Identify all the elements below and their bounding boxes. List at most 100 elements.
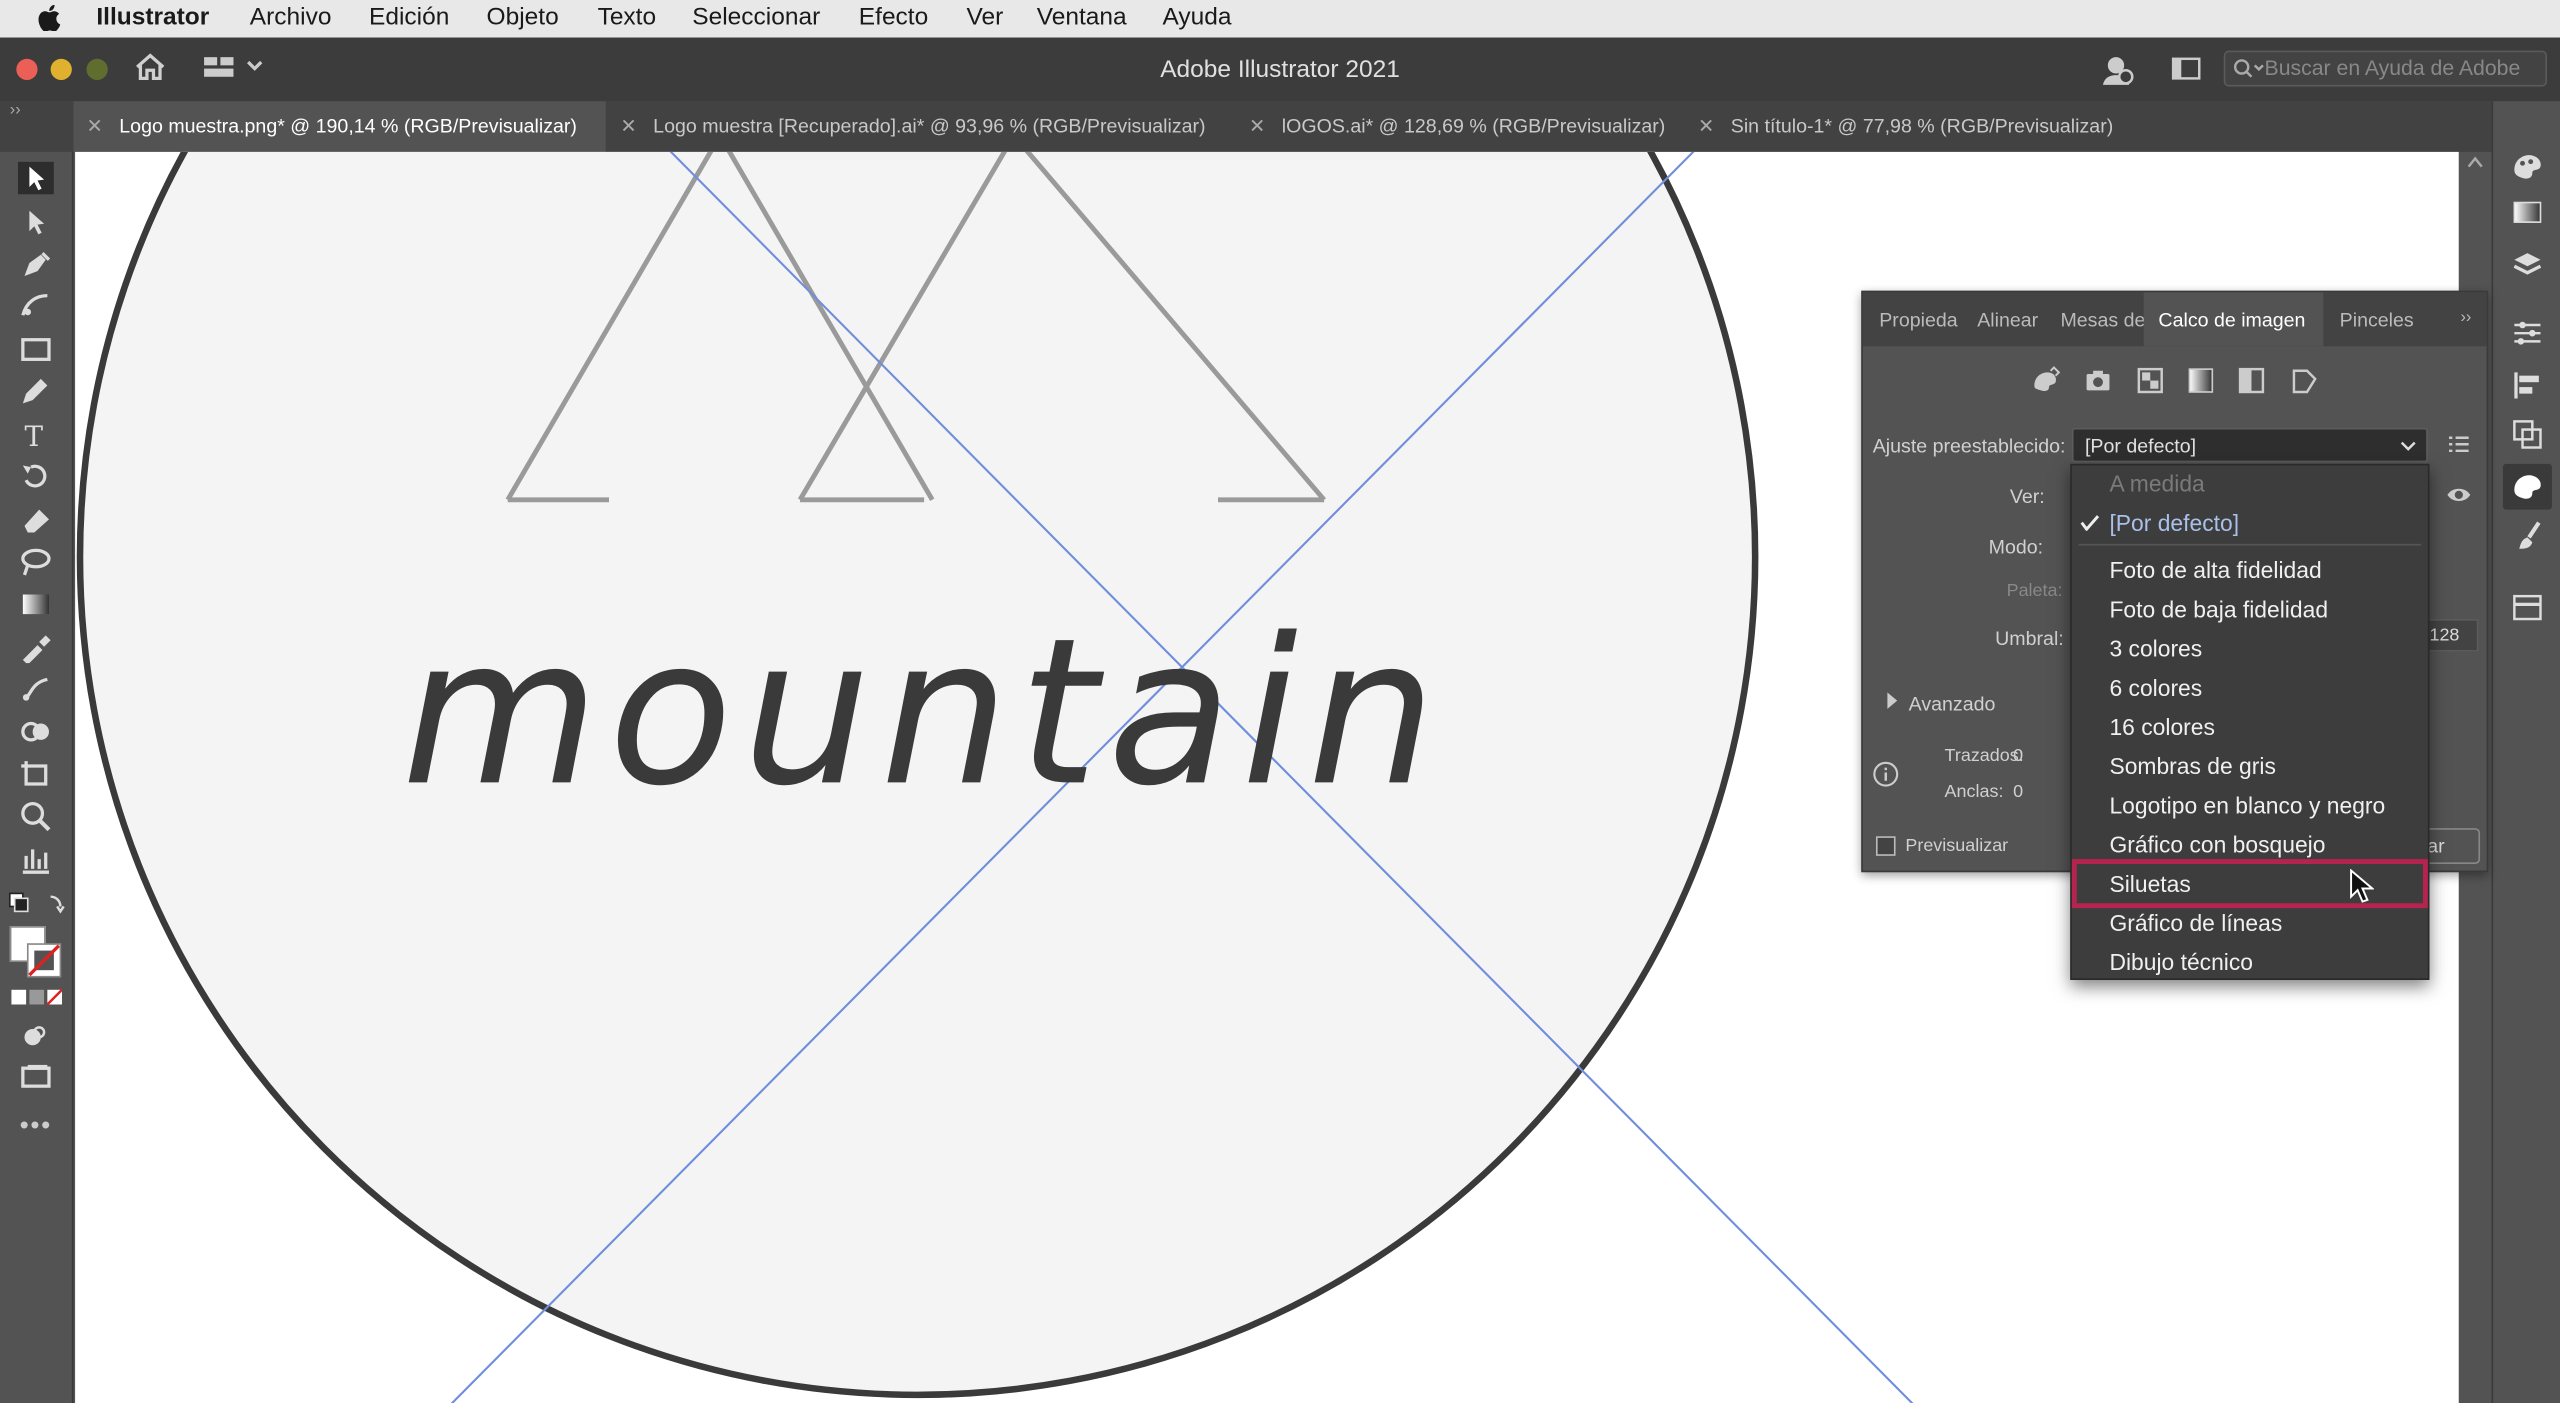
dropdown-item-line-art[interactable]: Gráfico de líneas <box>2109 910 2282 936</box>
align-panel-icon[interactable] <box>2511 369 2544 402</box>
tab-brushes[interactable]: Pinceles <box>2340 309 2414 332</box>
disclosure-triangle-icon[interactable] <box>1886 691 1899 711</box>
user-account-icon[interactable] <box>2100 52 2136 88</box>
scroll-up-icon[interactable] <box>2467 155 2483 168</box>
menu-archivo[interactable]: Archivo <box>250 3 332 31</box>
document-tab-logos[interactable]: ✕ lOGOS.ai* @ 128,69 % (RGB/Previsualizar… <box>1236 101 1687 152</box>
dropdown-item-high-fidelity-photo[interactable]: Foto de alta fidelidad <box>2109 557 2321 583</box>
preview-checkbox[interactable] <box>1875 836 1896 856</box>
pen-tool-icon[interactable] <box>18 248 54 281</box>
menu-app-name[interactable]: Illustrator <box>96 3 209 31</box>
curvature-tool-icon[interactable] <box>18 289 54 322</box>
graph-tool-icon[interactable] <box>18 843 54 876</box>
dropdown-item-silhouettes[interactable]: Siluetas <box>2109 871 2190 897</box>
chevron-down-icon <box>2400 441 2416 451</box>
dropdown-item-default[interactable]: [Por defecto] <box>2109 510 2239 536</box>
menu-objeto[interactable]: Objeto <box>487 3 559 31</box>
eye-icon[interactable] <box>2446 485 2472 505</box>
dropdown-item-black-white-logo[interactable]: Logotipo en blanco y negro <box>2109 792 2385 818</box>
help-search-placeholder: Buscar en Ayuda de Adobe <box>2264 55 2521 81</box>
search-icon <box>2233 59 2264 78</box>
menu-efecto[interactable]: Efecto <box>859 3 928 31</box>
close-tab-icon[interactable]: ✕ <box>1698 114 1714 137</box>
dropdown-item-technical-drawing[interactable]: Dibujo técnico <box>2109 949 2253 975</box>
rotate-tool-icon[interactable] <box>18 461 54 494</box>
apple-logo-icon[interactable] <box>38 4 61 32</box>
layers-panel-icon[interactable] <box>2511 248 2544 281</box>
gradient-panel-icon[interactable] <box>2511 196 2544 229</box>
screen-mode-icon[interactable] <box>18 1060 54 1093</box>
pathfinder-panel-icon[interactable] <box>2511 418 2544 451</box>
menu-ayuda[interactable]: Ayuda <box>1162 3 1231 31</box>
threshold-input[interactable]: 128 <box>2422 619 2479 652</box>
gradient-tool-icon[interactable] <box>18 588 54 621</box>
close-tab-icon[interactable]: ✕ <box>620 114 636 137</box>
default-swap-colors-icon[interactable] <box>8 892 67 915</box>
type-tool-icon[interactable]: T <box>18 418 54 451</box>
dropdown-item-sketched-art[interactable]: Gráfico con bosquejo <box>2109 831 2325 857</box>
menu-bar: Illustrator Archivo Edición Objeto Texto… <box>0 0 2560 38</box>
tools-panel: T ••• <box>0 151 74 1403</box>
high-color-icon[interactable] <box>2083 366 2112 395</box>
preset-select[interactable]: [Por defecto] <box>2071 427 2428 463</box>
svg-text:T: T <box>24 420 43 451</box>
tab-properties[interactable]: Propieda <box>1879 309 1957 332</box>
document-tab-logo-png[interactable]: ✕ Logo muestra.png* @ 190,14 % (RGB/Previ… <box>73 101 606 152</box>
shape-builder-tool-icon[interactable] <box>18 715 54 748</box>
tab-label: lOGOS.ai* @ 128,69 % (RGB/Previsualizar) <box>1281 114 1666 138</box>
menu-seleccionar[interactable]: Seleccionar <box>692 3 820 31</box>
grayscale-icon[interactable] <box>2186 366 2215 395</box>
properties-panel-icon[interactable] <box>2511 317 2544 350</box>
advanced-label[interactable]: Avanzado <box>1909 693 1996 716</box>
menu-texto[interactable]: Texto <box>598 3 657 31</box>
lasso-tool-icon[interactable] <box>18 546 54 579</box>
selection-tool-icon[interactable] <box>17 161 54 195</box>
brushes-panel-icon[interactable] <box>2511 519 2544 552</box>
zoom-tool-icon[interactable] <box>18 800 54 833</box>
drawing-mode-icon[interactable] <box>18 1021 54 1054</box>
direct-selection-tool-icon[interactable] <box>18 206 54 239</box>
panel-toggle-icon[interactable] <box>2171 57 2201 80</box>
more-tools-icon[interactable]: ••• <box>20 1112 52 1141</box>
rectangle-tool-icon[interactable] <box>18 333 54 366</box>
checkmark-icon <box>2080 515 2100 531</box>
color-mode-icons[interactable] <box>10 988 63 1008</box>
panel-tab-bar: Propieda Alinear Mesas de Calco de image… <box>1862 292 2487 347</box>
low-color-icon[interactable] <box>2136 366 2165 395</box>
dropdown-item-shades-of-gray[interactable]: Sombras de gris <box>2109 753 2275 779</box>
dropdown-item-16-colors[interactable]: 16 colores <box>2109 714 2214 740</box>
preset-value: [Por defecto] <box>2084 434 2197 458</box>
eyedropper-tool-icon[interactable] <box>18 630 54 664</box>
menu-edicion[interactable]: Edición <box>369 3 449 31</box>
tab-artboards[interactable]: Mesas de <box>2060 309 2145 332</box>
menu-ventana[interactable]: Ventana <box>1037 3 1127 31</box>
logo-text: mountain <box>401 596 1446 832</box>
color-panel-icon[interactable] <box>2511 150 2544 183</box>
close-tab-icon[interactable]: ✕ <box>1249 114 1265 137</box>
document-tab-logo-recuperado[interactable]: ✕ Logo muestra [Recuperado].ai* @ 93,96 %… <box>607 101 1224 152</box>
collapse-toolbar-icon[interactable]: ›› <box>10 101 21 119</box>
artboard-tool-icon[interactable] <box>18 758 54 791</box>
paths-label: Trazados: <box>1944 746 2024 767</box>
dropdown-item-3-colors[interactable]: 3 colores <box>2109 635 2202 661</box>
help-search-input[interactable]: Buscar en Ayuda de Adobe <box>2223 50 2548 87</box>
menu-ver[interactable]: Ver <box>967 3 1004 31</box>
puppet-warp-tool-icon[interactable] <box>18 673 54 706</box>
dropdown-item-low-fidelity-photo[interactable]: Foto de baja fidelidad <box>2109 596 2328 622</box>
document-tab-sin-titulo[interactable]: ✕ Sin título-1* @ 77,98 % (RGB/Previsuali… <box>1685 101 2158 152</box>
pencil-tool-icon[interactable] <box>18 376 54 409</box>
manage-presets-icon[interactable] <box>2447 434 2470 454</box>
panel-dock <box>2491 101 2560 1403</box>
libraries-panel-icon[interactable] <box>2511 591 2544 624</box>
black-and-white-icon[interactable] <box>2237 366 2266 395</box>
eraser-tool-icon[interactable] <box>18 503 54 536</box>
dropdown-item-6-colors[interactable]: 6 colores <box>2109 675 2202 701</box>
close-tab-icon[interactable]: ✕ <box>87 114 103 137</box>
view-label: Ver: <box>2009 485 2045 508</box>
stroke-color-swatch[interactable] <box>26 942 62 978</box>
tab-image-trace[interactable]: Calco de imagen <box>2158 309 2305 332</box>
panel-menu-icon[interactable]: ›› <box>2460 309 2471 327</box>
tab-align[interactable]: Alinear <box>1977 309 2038 332</box>
outline-icon[interactable] <box>2289 366 2318 395</box>
auto-color-icon[interactable] <box>2031 366 2061 395</box>
